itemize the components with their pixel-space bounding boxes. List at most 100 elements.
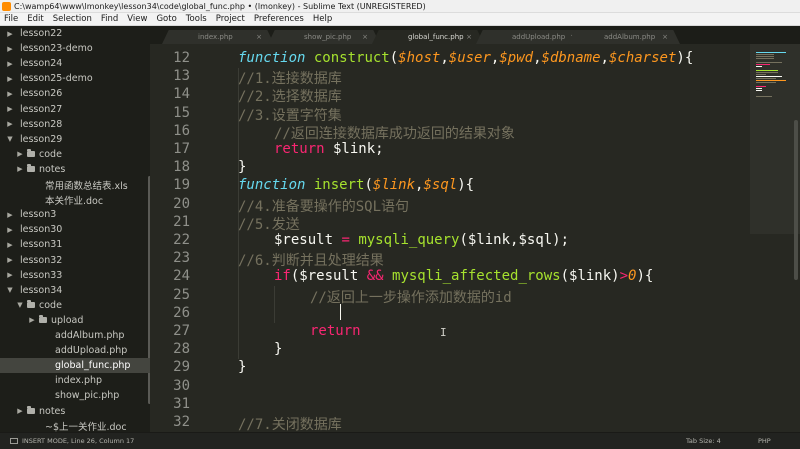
sidebar-folder[interactable]: ▶ code [0,147,150,162]
sidebar-file[interactable]: global_func.php [0,358,150,374]
sidebar-folder[interactable]: ▼ code [0,298,150,313]
close-icon[interactable]: × [256,33,262,41]
menu-find[interactable]: Find [101,14,118,24]
collapse-arrow-icon[interactable]: ▶ [6,256,14,264]
code-token: mysqli_query [358,232,460,248]
sidebar-folder[interactable]: ▶ lesson30 [0,222,150,237]
menu-preferences[interactable]: Preferences [254,14,304,24]
sidebar-folder[interactable]: ▶ lesson26 [0,86,150,101]
menu-file[interactable]: File [4,14,18,24]
code-line[interactable]: function construct($host,$user,$pwd,$dbn… [238,50,693,68]
tab-addalbum-php[interactable]: addAlbum.php × [568,30,680,44]
code-token: ($link) [560,268,620,285]
code-line[interactable]: if($result && mysqli_affected_rows($link… [274,268,653,286]
sidebar-folder[interactable]: ▶ upload [0,313,150,328]
collapse-arrow-icon[interactable]: ▶ [6,226,14,234]
code-line[interactable]: return [310,323,361,341]
collapse-arrow-icon[interactable]: ▶ [16,165,24,173]
code-token: ( [389,50,399,66]
code-line[interactable]: //4.准备要操作的SQL语句 [238,196,409,215]
code-line[interactable]: //5.发送 [238,214,300,233]
menu-selection[interactable]: Selection [53,14,92,24]
minimap-line [756,54,774,55]
sidebar-file[interactable]: ~$上一关作业.doc [0,419,150,432]
code-line[interactable]: //1.连接数据库 [238,68,342,87]
code-line[interactable]: //2.选择数据库 [238,86,342,105]
line-number: 23 [173,250,190,267]
collapse-arrow-icon[interactable]: ▶ [16,150,24,158]
sidebar-file[interactable]: 常用函数总结表.xls [0,177,150,192]
code-line[interactable]: } [238,159,246,177]
expand-arrow-icon[interactable]: ▼ [16,301,24,309]
minimap[interactable] [750,44,800,432]
tab-size-selector[interactable]: Tab Size: 4 [686,437,721,445]
folder-icon [27,300,35,309]
panel-toggle-icon[interactable] [10,438,18,444]
expand-arrow-icon[interactable]: ▼ [6,135,14,143]
sidebar-file[interactable]: show_pic.php [0,388,150,403]
collapse-arrow-icon[interactable]: ▶ [6,241,14,249]
code-line[interactable]: //6.判断并且处理结果 [238,250,384,269]
collapse-arrow-icon[interactable]: ▶ [16,407,24,415]
sidebar-folder[interactable]: ▶ lesson31 [0,237,150,252]
code-line[interactable]: } [274,341,282,359]
tab-index-php[interactable]: index.php × [162,30,274,44]
collapse-arrow-icon[interactable]: ▶ [6,45,14,53]
close-icon[interactable]: × [362,33,368,41]
code-line[interactable]: $result = mysqli_query($link,$sql); [274,232,569,250]
syntax-selector[interactable]: PHP [758,437,771,445]
close-icon[interactable]: × [466,33,472,41]
collapse-arrow-icon[interactable]: ▶ [6,90,14,98]
collapse-arrow-icon[interactable]: ▶ [6,75,14,83]
sidebar-file[interactable]: 本关作业.doc [0,192,150,207]
code-line[interactable]: //3.设置字符集 [238,105,342,124]
close-icon[interactable]: × [662,33,668,41]
menu-help[interactable]: Help [313,14,332,24]
tab-global_func-php[interactable]: global_func.php × [372,30,484,44]
sidebar-folder[interactable]: ▼ lesson29 [0,132,150,147]
menu-goto[interactable]: Goto [156,14,176,24]
code-line[interactable]: //返回连接数据库成功返回的结果对象 [274,123,515,142]
menu-edit[interactable]: Edit [27,14,43,24]
sidebar-folder[interactable]: ▶ lesson32 [0,253,150,268]
code-token: ){ [636,268,654,285]
editor-scrollbar[interactable] [794,120,798,280]
tab-show_pic-php[interactable]: show_pic.php × [268,30,380,44]
sidebar-folder[interactable]: ▶ notes [0,404,150,419]
sidebar-folder[interactable]: ▶ lesson24 [0,56,150,71]
collapse-arrow-icon[interactable]: ▶ [6,60,14,68]
collapse-arrow-icon[interactable]: ▶ [6,211,14,219]
code-line[interactable]: } [238,359,246,377]
collapse-arrow-icon[interactable]: ▶ [28,316,36,324]
menu-view[interactable]: View [127,14,147,24]
sidebar-file[interactable]: addUpload.php [0,343,150,358]
collapse-arrow-icon[interactable]: ▶ [6,271,14,279]
sidebar-folder[interactable]: ▶ lesson25-demo [0,71,150,86]
sidebar-folder[interactable]: ▶ lesson27 [0,102,150,117]
menu-tools[interactable]: Tools [186,14,207,24]
minimap-line [756,52,786,53]
sidebar-file[interactable]: index.php [0,373,150,388]
code-line[interactable]: //返回上一步操作添加数据的id [310,287,512,306]
sidebar-folder[interactable]: ▶ lesson3 [0,207,150,222]
code-line[interactable]: function insert($link,$sql){ [238,177,474,195]
sidebar-folder[interactable]: ▶ lesson22 [0,26,150,41]
collapse-arrow-icon[interactable]: ▶ [6,105,14,113]
code-line[interactable]: return $link; [274,141,384,159]
code-line[interactable]: //7.关闭数据库 [238,414,342,432]
sidebar-folder[interactable]: ▶ lesson23-demo [0,41,150,56]
menu-project[interactable]: Project [216,14,245,24]
expand-arrow-icon[interactable]: ▼ [6,286,14,294]
collapse-arrow-icon[interactable]: ▶ [6,30,14,38]
editor[interactable]: I 12 function construct($host,$user,$pwd,… [150,44,800,432]
line-number: 16 [173,122,190,139]
tab-label: addUpload.php [512,33,566,41]
sidebar-folder[interactable]: ▼ lesson34 [0,283,150,298]
mouse-ibeam-icon: I [440,326,447,339]
sidebar-folder[interactable]: ▶ lesson28 [0,117,150,132]
sidebar-folder[interactable]: ▶ lesson33 [0,268,150,283]
sidebar-file[interactable]: addAlbum.php [0,328,150,343]
collapse-arrow-icon[interactable]: ▶ [6,120,14,128]
sidebar-folder[interactable]: ▶ notes [0,162,150,177]
